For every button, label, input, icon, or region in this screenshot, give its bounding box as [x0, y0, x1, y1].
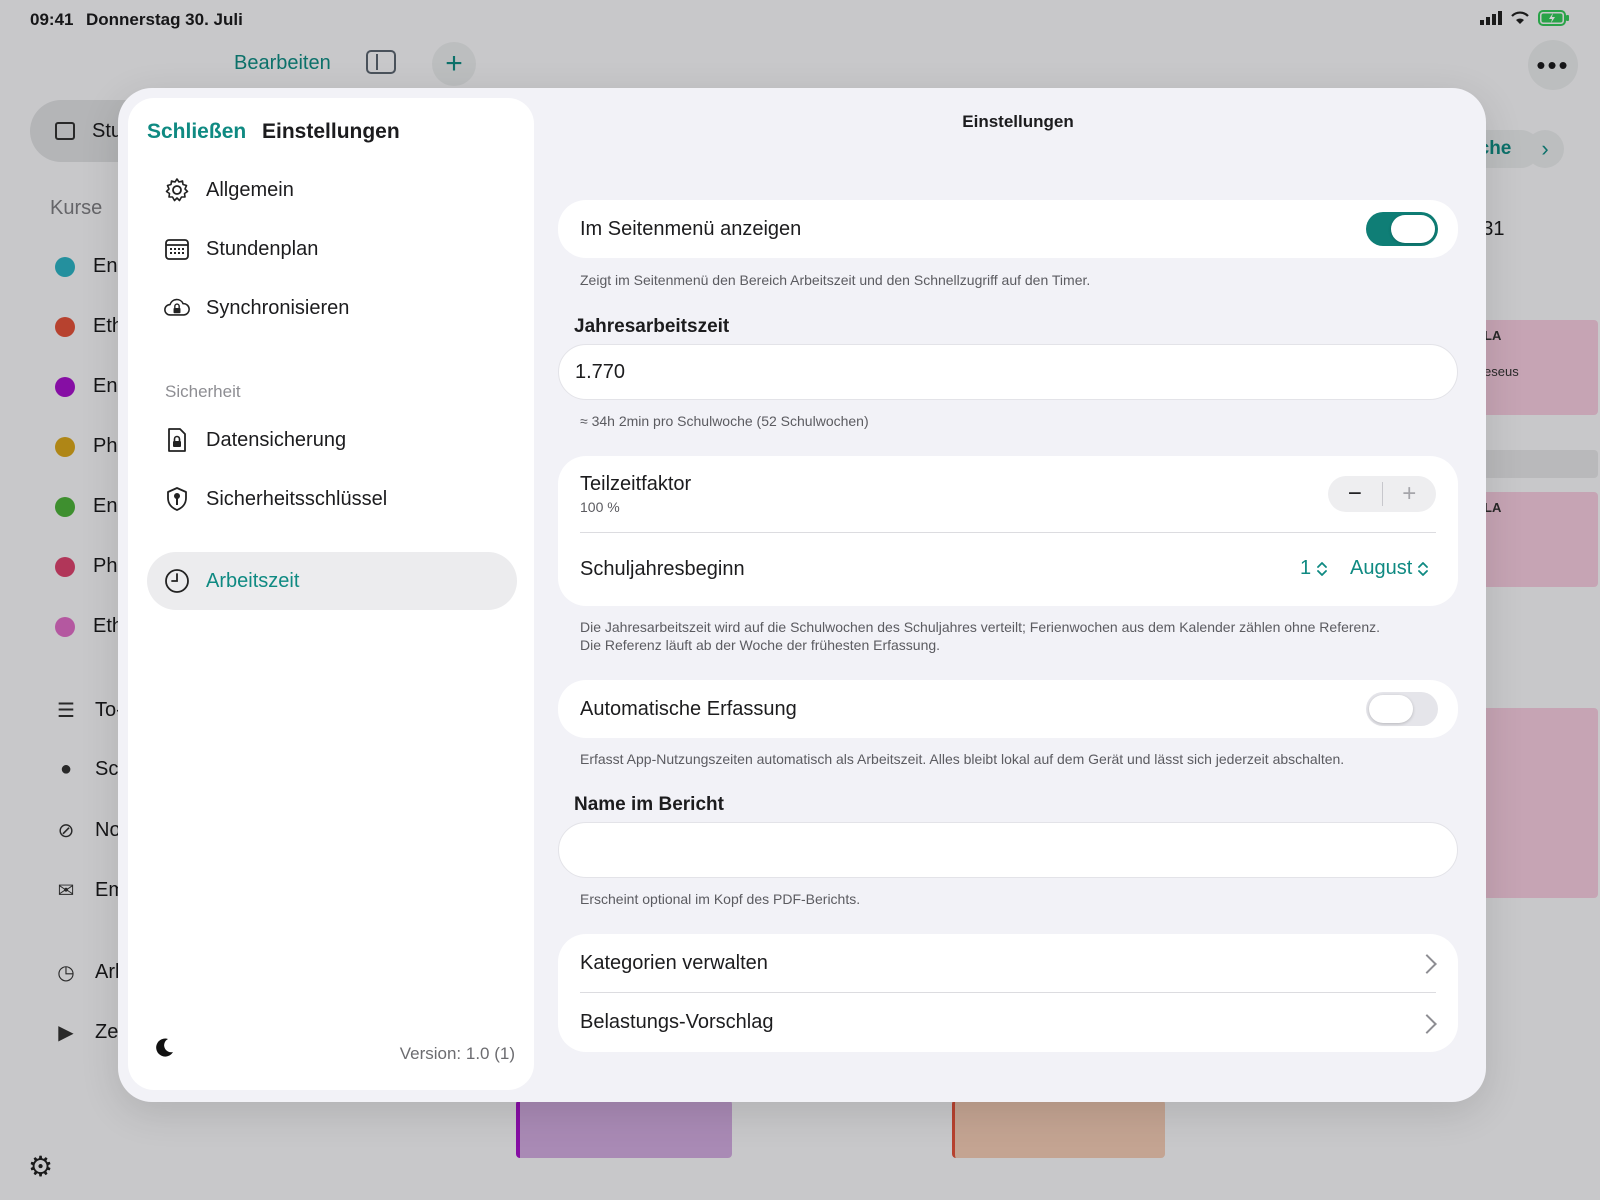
auto-tracking-card: Automatische Erfassung [558, 680, 1458, 738]
start-day-picker[interactable]: 1 [1300, 557, 1328, 580]
annual-hours-heading: Jahresarbeitszeit [574, 316, 730, 337]
sidebar-item-general[interactable]: Allgemein [147, 161, 517, 219]
toggle-knob [1369, 695, 1413, 723]
sidebar-title: Einstellungen [262, 120, 400, 143]
decrement-button[interactable]: − [1328, 480, 1382, 508]
sidebar-item-label: Stundenplan [206, 237, 319, 260]
sidebar-item-label: Allgemein [206, 178, 294, 201]
part-time-stepper[interactable]: − + [1328, 476, 1436, 512]
annual-hours-field[interactable] [558, 344, 1458, 400]
document-lock-icon [164, 427, 190, 453]
chevron-up-down-icon [1317, 561, 1328, 576]
gear-icon [164, 177, 190, 203]
sidebar-item-timetable[interactable]: Stundenplan [147, 220, 517, 278]
show-in-sidebar-card: Im Seitenmenü anzeigen [558, 200, 1458, 258]
auto-tracking-row: Automatische Erfassung [580, 680, 1436, 738]
show-in-sidebar-row: Im Seitenmenü anzeigen [580, 200, 1436, 258]
key-shield-icon [164, 486, 190, 512]
calendar-icon [164, 236, 190, 262]
security-section-title: Sicherheit [165, 382, 241, 401]
show-in-sidebar-toggle[interactable] [1366, 212, 1438, 246]
start-day-value: 1 [1300, 557, 1312, 579]
load-suggestion-label: Belastungs-Vorschlag [580, 1011, 774, 1033]
clock-icon [164, 568, 190, 594]
report-name-heading: Name im Bericht [574, 794, 724, 815]
sidebar-item-label: Datensicherung [206, 428, 347, 451]
settings-sidebar: Schließen Einstellungen Allgemein Stunde… [128, 98, 534, 1090]
report-name-field[interactable] [558, 822, 1458, 878]
cloud-lock-icon [164, 295, 190, 321]
manage-categories-label: Kategorien verwalten [580, 951, 768, 974]
show-in-sidebar-label: Im Seitenmenü anzeigen [580, 217, 802, 240]
distribution-footnote: Die Jahresarbeitszeit wird auf die Schul… [580, 618, 1440, 654]
annual-hours-input[interactable] [559, 345, 1457, 399]
sidebar-item-label: Arbeitszeit [206, 569, 300, 592]
close-button[interactable]: Schließen [147, 120, 246, 144]
links-card: Kategorien verwalten Belastungs-Vorschla… [558, 934, 1458, 1052]
chevron-up-down-icon [1418, 561, 1429, 576]
sidebar-item-label: Sicherheitsschlüssel [206, 487, 388, 510]
part-time-card: Teilzeitfaktor 100 % − + Schuljahresbegi… [558, 456, 1458, 606]
distribution-footnote-line: Die Referenz läuft ab der Woche der früh… [580, 637, 941, 653]
moon-icon[interactable] [152, 1036, 176, 1065]
sidebar-item-label: Synchronisieren [206, 296, 350, 319]
start-month-picker[interactable]: August [1350, 557, 1429, 580]
part-time-row: Teilzeitfaktor [580, 472, 1436, 496]
auto-tracking-label: Automatische Erfassung [580, 697, 797, 720]
sidebar-item-sync[interactable]: Synchronisieren [147, 279, 517, 337]
report-name-footnote: Erscheint optional im Kopf des PDF-Beric… [580, 891, 861, 907]
toggle-knob [1391, 215, 1435, 243]
school-year-start-label: Schuljahresbeginn [580, 558, 745, 580]
show-in-sidebar-footnote: Zeigt im Seitenmenü den Bereich Arbeitsz… [580, 272, 1091, 288]
sidebar-item-backup[interactable]: Datensicherung [147, 411, 517, 469]
sidebar-item-worktime[interactable]: Arbeitszeit [147, 552, 517, 610]
auto-tracking-toggle[interactable] [1366, 692, 1438, 726]
part-time-value: 100 % [580, 499, 620, 515]
version-label: Version: 1.0 (1) [399, 1044, 515, 1063]
settings-modal: Schließen Einstellungen Allgemein Stunde… [118, 88, 1486, 1102]
part-time-label: Teilzeitfaktor [580, 472, 692, 495]
distribution-footnote-line: Die Jahresarbeitszeit wird auf die Schul… [580, 619, 1380, 635]
page-title: Einstellungen [962, 112, 1074, 131]
load-suggestion-row[interactable]: Belastungs-Vorschlag [580, 993, 1436, 1052]
sidebar-item-security-key[interactable]: Sicherheitsschlüssel [147, 470, 517, 528]
increment-button[interactable]: + [1383, 480, 1437, 508]
start-month-value: August [1350, 557, 1413, 579]
annual-hours-footnote: ≈ 34h 2min pro Schulwoche (52 Schulwoche… [580, 413, 869, 429]
report-name-input[interactable] [559, 823, 1457, 877]
settings-content: Einstellungen Im Seitenmenü anzeigen Zei… [558, 88, 1478, 1102]
manage-categories-row[interactable]: Kategorien verwalten [580, 934, 1436, 992]
auto-tracking-footnote: Erfasst App-Nutzungszeiten automatisch a… [580, 751, 1345, 767]
